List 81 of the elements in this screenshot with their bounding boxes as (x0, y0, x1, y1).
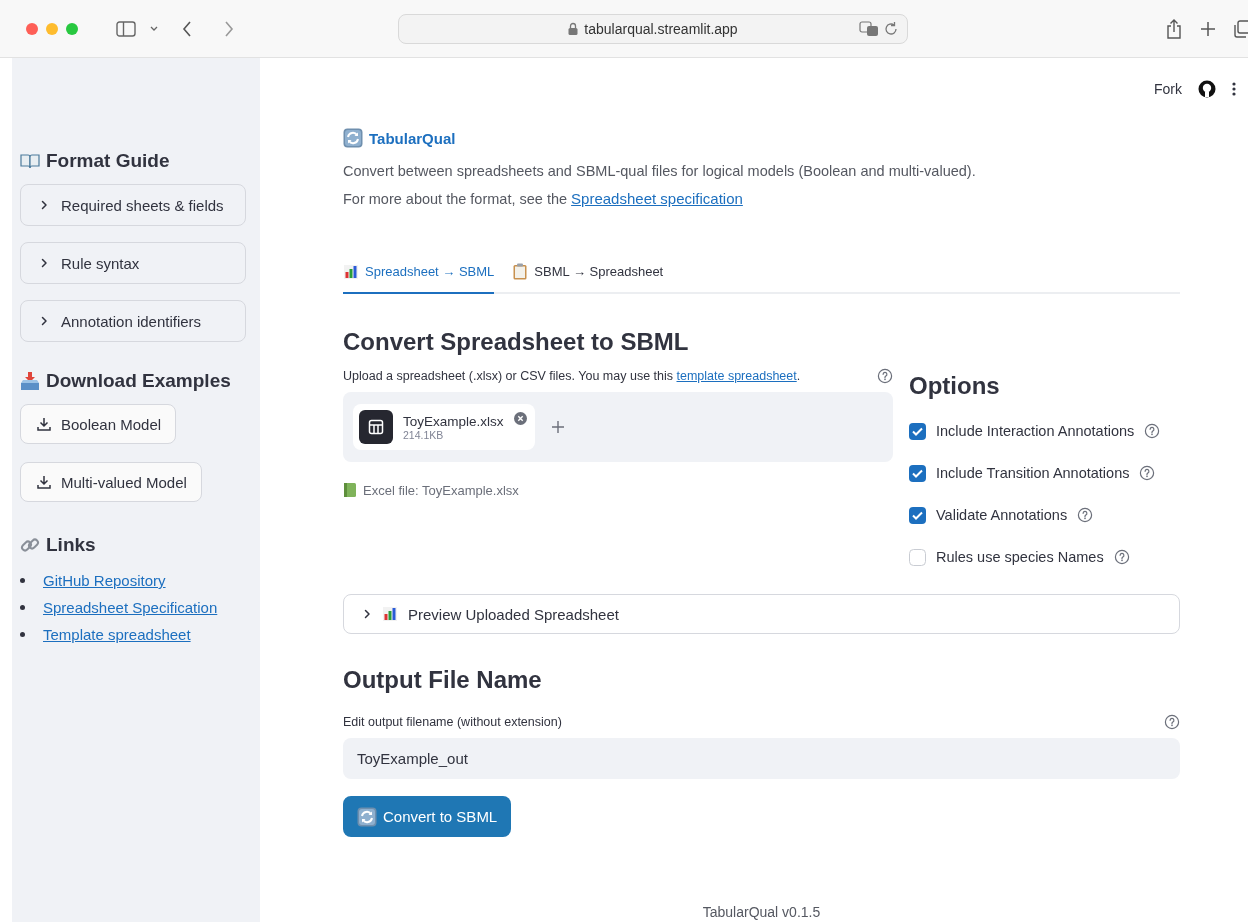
template-link[interactable]: template spreadsheet (676, 369, 797, 383)
table-icon (368, 419, 384, 435)
remove-file-icon[interactable] (513, 412, 527, 425)
options-heading: Options (909, 372, 1001, 400)
help-icon[interactable] (1139, 465, 1156, 481)
checkbox-label: Rules use species Names (936, 549, 1104, 565)
sidebar-heading: Download Examples (46, 370, 231, 392)
convert-button[interactable]: Convert to SBML (343, 796, 512, 837)
expander[interactable]: Required sheets & fields (20, 184, 246, 226)
open-book-icon (20, 153, 40, 169)
checkbox[interactable] (909, 464, 926, 482)
app-description: Convert between spreadsheets and SBML-qual files for logical models (Boolean and multi-valued). (343, 162, 977, 181)
refresh-icon (343, 128, 363, 148)
file-name: ToyExample.xlsx (403, 413, 504, 429)
file-dropzone[interactable]: ToyExample.xlsx 214.1KB (343, 392, 893, 462)
expander[interactable]: Annotation identifiers (20, 300, 246, 342)
chevron-icon (39, 258, 49, 268)
preview-expander[interactable]: Preview Uploaded Spreadsheet (343, 594, 1180, 634)
tabs-overview-icon[interactable] (1234, 19, 1248, 38)
help-icon[interactable] (1164, 714, 1180, 730)
download-button[interactable]: Boolean Model (20, 404, 177, 444)
clipboard-icon (512, 263, 529, 280)
sidebar-heading: Links (46, 534, 96, 556)
footer-version: TabularQual v0.1.5 (702, 904, 821, 920)
add-file-icon[interactable] (550, 420, 565, 434)
checkbox-label: Include Interaction Annotations (936, 423, 1135, 439)
chevron-down-icon[interactable] (150, 25, 158, 32)
chain-link-icon (20, 535, 40, 555)
back-icon[interactable] (182, 20, 192, 37)
bar-chart-icon (343, 263, 359, 280)
tab[interactable]: SBML → Spreadsheet (512, 255, 664, 294)
chevron-icon (39, 200, 49, 210)
sidebar-toggle-icon[interactable] (116, 20, 136, 37)
upload-label: Upload a spreadsheet (.xlsx) or CSV files. You may use this template spreadsheet. (343, 369, 801, 383)
bullet-icon (20, 632, 25, 637)
sidebar-heading: Format Guide (46, 150, 170, 172)
help-icon[interactable] (1144, 423, 1161, 439)
download-icon (37, 475, 51, 489)
forward-icon[interactable] (224, 20, 234, 37)
book-icon (343, 482, 357, 498)
checkbox-label: Include Transition Annotations (936, 465, 1130, 481)
field-label: Edit output filename (without extension) (343, 715, 562, 729)
excel-file-info: Excel file: ToyExample.xlsx (363, 482, 519, 498)
translate-icon[interactable] (859, 20, 879, 37)
sidebar-link[interactable]: Spreadsheet Specification (43, 599, 218, 616)
github-icon[interactable] (1198, 80, 1216, 98)
new-tab-icon[interactable] (1200, 20, 1216, 37)
chevron-icon (39, 316, 49, 326)
address-bar[interactable]: tabularqual.streamlit.app (398, 13, 908, 44)
help-icon[interactable] (877, 368, 893, 384)
refresh-icon (357, 806, 377, 827)
sidebar-link[interactable]: Template spreadsheet (43, 626, 191, 643)
bullet-icon (20, 605, 25, 610)
bar-chart-icon (382, 606, 398, 622)
filename-input[interactable]: ToyExample_out (343, 738, 1180, 779)
checkbox[interactable] (909, 506, 926, 524)
app-title: TabularQual (369, 129, 456, 147)
download-button[interactable]: Multi-valued Model (20, 462, 202, 502)
help-icon[interactable] (1077, 507, 1094, 523)
specification-link[interactable]: Spreadsheet specification (571, 190, 743, 207)
download-icon (37, 417, 51, 431)
section-heading: Convert Spreadsheet to SBML (343, 328, 690, 356)
expander[interactable]: Rule syntax (20, 242, 246, 284)
reload-icon[interactable] (883, 20, 899, 37)
section-heading: Output File Name (343, 666, 543, 694)
help-icon[interactable] (1113, 549, 1130, 565)
checkbox-label: Validate Annotations (936, 507, 1068, 523)
share-icon[interactable] (1166, 18, 1182, 39)
file-size: 214.1KB (403, 428, 444, 441)
more-menu-icon[interactable] (1232, 82, 1236, 96)
chevron-icon (362, 609, 372, 619)
sidebar-link[interactable]: GitHub Repository (43, 572, 166, 589)
lock-icon (568, 22, 579, 35)
checkbox[interactable] (909, 422, 926, 440)
close-window-icon[interactable] (26, 22, 38, 35)
format-note: For more about the format, see the Spreadsheet specification (343, 189, 744, 209)
tab[interactable]: Spreadsheet → SBML (343, 255, 495, 294)
fork-link[interactable]: Fork (1154, 81, 1182, 97)
checkbox[interactable] (909, 548, 926, 566)
inbox-tray-icon (20, 371, 40, 391)
bullet-icon (20, 578, 25, 583)
